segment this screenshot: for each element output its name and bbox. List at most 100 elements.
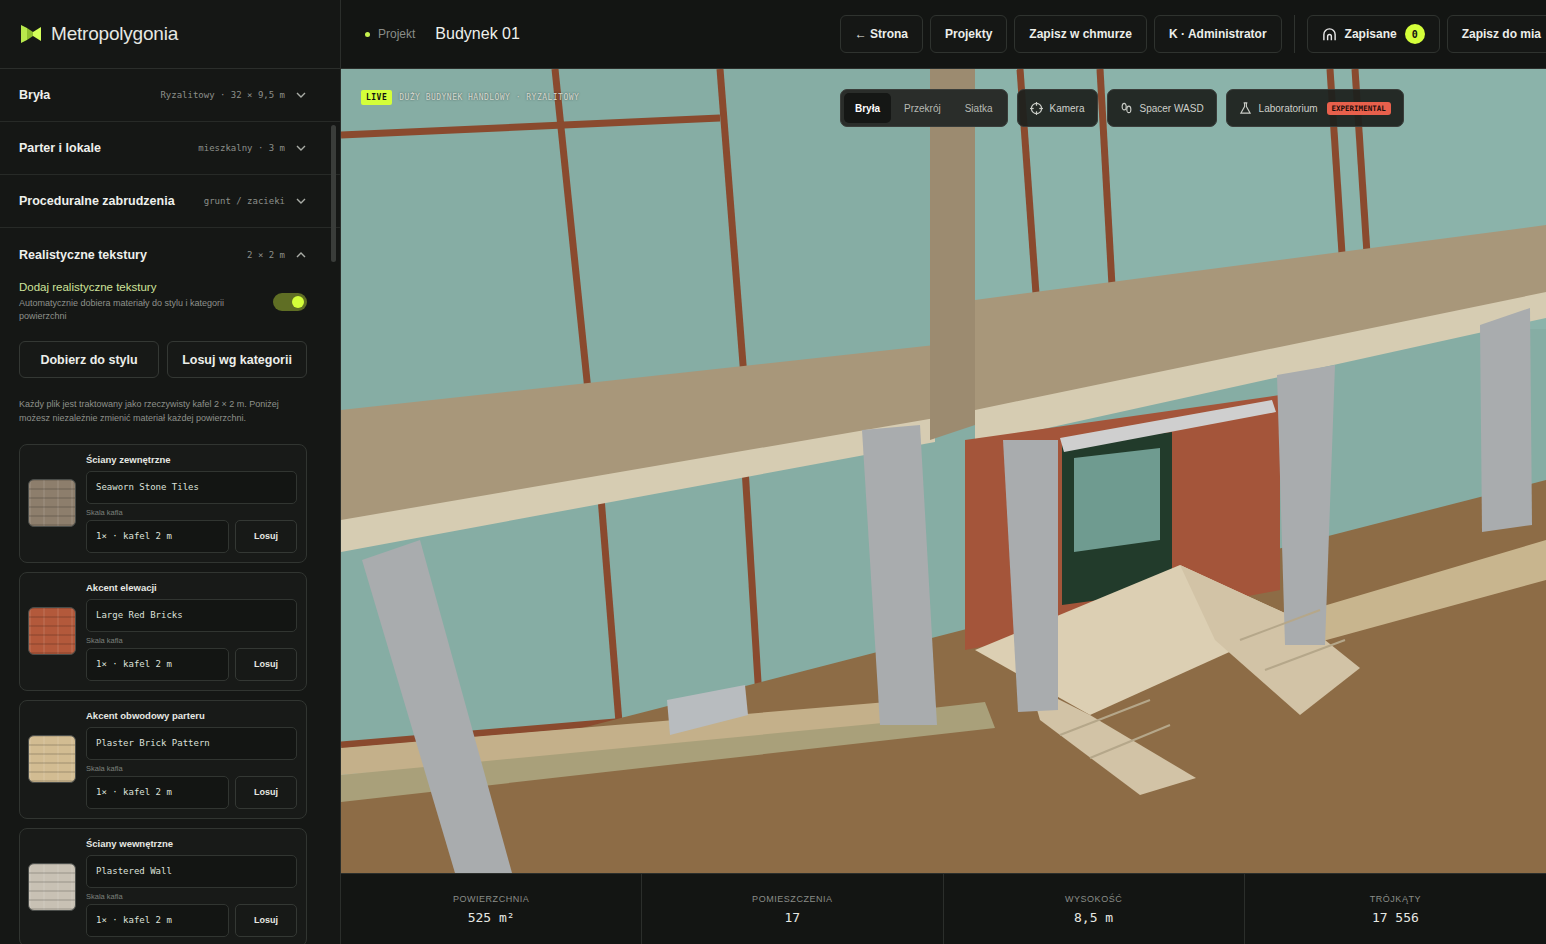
section-meta: mieszkalny · 3 m [198, 143, 285, 153]
stat-value: 8,5 m [1074, 910, 1113, 925]
section-meta: grunt / zacieki [204, 196, 285, 206]
surface-title: Akcent obwodowy parteru [86, 710, 297, 721]
random-button[interactable]: Losuj [235, 648, 297, 681]
window-mullion [720, 69, 745, 390]
vent [667, 685, 748, 735]
stair-edge [1240, 610, 1320, 640]
stat-item: WYSOKOŚĆ 8,5 m [944, 874, 1245, 944]
live-indicator: LIVE DUŻY BUDYNEK HANDLOWY · RYZALITOWY [361, 90, 579, 105]
texture-actions: Dobierz do styluLosuj wg kategorii [19, 341, 307, 378]
pillar [862, 425, 937, 725]
chevron-down-icon [295, 142, 307, 154]
surface-card: Akcent elewacji Large Red Bricks Skala k… [19, 572, 307, 691]
action-button[interactable]: Losuj wg kategorii [167, 341, 307, 378]
stat-label: POWIERZCHNIA [453, 894, 529, 904]
scale-field[interactable]: 1× · kafel 2 m [86, 648, 229, 681]
logo-icon [19, 22, 43, 46]
random-button[interactable]: Losuj [235, 904, 297, 937]
action-button[interactable]: Dobierz do stylu [19, 341, 159, 378]
tool-button[interactable]: Kamera [1017, 89, 1098, 127]
glass-background [341, 69, 1546, 873]
toggle-switch[interactable] [273, 293, 307, 311]
header-button[interactable]: K · Administrator [1154, 15, 1282, 53]
saved-icon [1322, 27, 1337, 42]
app-name: Metropolygonia [51, 23, 178, 45]
live-badge: LIVE [361, 90, 392, 105]
main-area: Projekt Budynek 01 ← StronaProjektyZapis… [341, 0, 1546, 944]
saved-button[interactable]: Zapisane 0 [1307, 15, 1440, 53]
upper-slab-edge [341, 418, 935, 552]
section-header[interactable]: Realistyczne tekstury 2 × 2 m [0, 228, 340, 281]
stair-right [1180, 565, 1360, 715]
view-mode-switch: BryłaPrzekrójSiatka [840, 89, 1008, 127]
viewport-toolbar: BryłaPrzekrójSiatka Kamera Spacer WASD L… [840, 89, 1404, 127]
random-button[interactable]: Losuj [235, 776, 297, 809]
project-info: Projekt Budynek 01 [365, 25, 520, 43]
saved-count: 0 [1405, 24, 1425, 44]
tool-button[interactable]: Laboratorium EXPERIMENTAL [1226, 89, 1404, 127]
header-button[interactable]: Projekty [930, 15, 1007, 53]
chevron-down-icon [295, 195, 307, 207]
footprints-icon [1120, 102, 1133, 115]
section-header[interactable]: Proceduralne zabrudzenia grunt / zacieki [0, 175, 340, 228]
canopy [1060, 400, 1276, 452]
section-header[interactable]: Bryła Ryzalitowy · 32 × 9,5 m [0, 69, 340, 122]
texture-note: Każdy plik jest traktowany jako rzeczywi… [19, 397, 307, 426]
window-mullion [555, 69, 590, 410]
window-mullion [745, 468, 760, 715]
scale-field[interactable]: 1× · kafel 2 m [86, 904, 229, 937]
material-field[interactable]: Seaworn Stone Tiles [86, 471, 297, 504]
surface-title: Ściany wewnętrzne [86, 838, 297, 849]
texture-swatch[interactable] [28, 479, 76, 527]
material-field[interactable]: Large Red Bricks [86, 599, 297, 632]
view-mode-tab[interactable]: Przekrój [893, 93, 952, 123]
flask-icon [1239, 102, 1252, 115]
random-button[interactable]: Losuj [235, 520, 297, 553]
scale-field[interactable]: 1× · kafel 2 m [86, 520, 229, 553]
ground-shape [341, 480, 1546, 873]
logo[interactable]: Metropolygonia [0, 0, 340, 69]
separator [1294, 15, 1295, 53]
section-title: Parter i lokale [19, 141, 101, 155]
scale-label: Skala kafla [86, 508, 297, 517]
material-field[interactable]: Plastered Wall [86, 855, 297, 888]
scene-render[interactable] [341, 69, 1546, 873]
pillar [1277, 365, 1335, 645]
texture-swatch[interactable] [28, 863, 76, 911]
viewport[interactable]: LIVE DUŻY BUDYNEK HANDLOWY · RYZALITOWY … [341, 69, 1546, 873]
stat-value: 525 m² [468, 910, 515, 925]
project-label: Projekt [378, 27, 415, 41]
texture-swatch[interactable] [28, 735, 76, 783]
header-button[interactable]: ← Strona [840, 15, 923, 53]
section-title: Bryła [19, 88, 50, 102]
chevron-up-icon [295, 249, 307, 261]
tool-button[interactable]: Spacer WASD [1107, 89, 1217, 127]
view-mode-tab[interactable]: Bryła [844, 93, 891, 123]
header-button[interactable]: Zapisz w chmurze [1014, 15, 1147, 53]
save-to-button[interactable]: Zapisz do mia [1447, 15, 1546, 53]
pillar [1003, 440, 1058, 712]
section-meta: 2 × 2 m [247, 250, 285, 260]
sidebar: Metropolygonia Bryła Ryzalitowy · 32 × 9… [0, 0, 341, 944]
surface-card: Ściany zewnętrzne Seaworn Stone Tiles Sk… [19, 444, 307, 563]
stat-item: TRÓJKĄTY 17 556 [1245, 874, 1546, 944]
scale-label: Skala kafla [86, 764, 297, 773]
scrollbar[interactable] [331, 69, 336, 944]
view-mode-tab[interactable]: Siatka [954, 93, 1004, 123]
stat-label: POMIESZCZENIA [752, 894, 833, 904]
status-dot [365, 32, 370, 37]
texture-swatch[interactable] [28, 607, 76, 655]
scrollbar-thumb[interactable] [331, 125, 336, 262]
section-meta: Ryzalitowy · 32 × 9,5 m [160, 90, 285, 100]
chevron-down-icon [295, 89, 307, 101]
surface-title: Akcent elewacji [86, 582, 297, 593]
stat-label: TRÓJKĄTY [1370, 894, 1421, 904]
scale-field[interactable]: 1× · kafel 2 m [86, 776, 229, 809]
surface-title: Ściany zewnętrzne [86, 454, 297, 465]
pillar [1480, 308, 1532, 532]
material-field[interactable]: Plaster Brick Pattern [86, 727, 297, 760]
section-header[interactable]: Parter i lokale mieszkalny · 3 m [0, 122, 340, 175]
scale-label: Skala kafla [86, 892, 297, 901]
scene-caption: DUŻY BUDYNEK HANDLOWY · RYZALITOWY [399, 93, 579, 102]
project-name[interactable]: Budynek 01 [435, 25, 520, 43]
